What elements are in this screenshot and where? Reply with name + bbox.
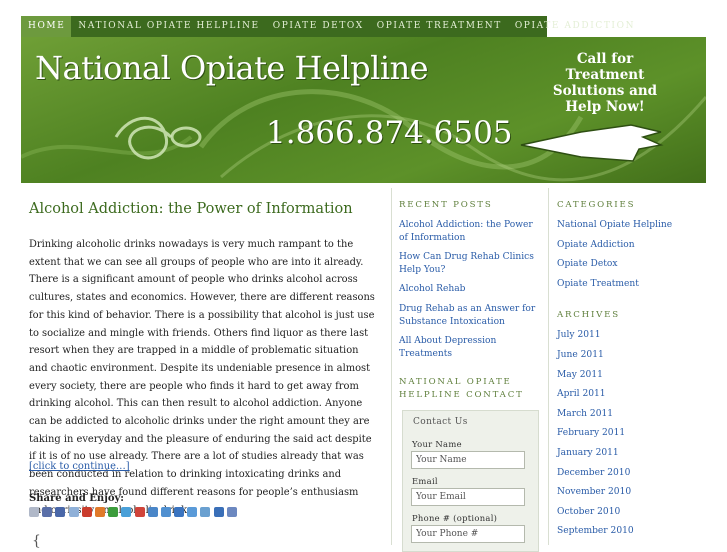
phone-label: Phone # (optional) (412, 513, 498, 523)
social-icon-13[interactable] (187, 507, 198, 517)
archive-link[interactable]: January 2011 (557, 447, 717, 460)
top-nav: Home National Opiate Helpline Opiate Det… (21, 16, 633, 37)
header-banner[interactable]: National Opiate Helpline 1.866.874.6505 … (21, 37, 706, 183)
social-icon-6[interactable] (94, 507, 105, 517)
phone-input[interactable] (411, 525, 525, 543)
social-icon-11[interactable] (160, 507, 171, 517)
social-icon-2[interactable] (42, 507, 53, 517)
social-icon-15[interactable] (213, 507, 224, 517)
categories-heading: Categories (557, 200, 636, 210)
sidebar-middle: Recent Posts Alcohol Addiction: the Powe… (399, 200, 539, 400)
recent-post-link[interactable]: Alcohol Addiction: the Power of Informat… (399, 219, 539, 244)
social-icon-9[interactable] (134, 507, 145, 517)
social-icon-7[interactable] (108, 507, 119, 517)
recent-posts-heading: Recent Posts (399, 200, 493, 210)
email-input[interactable] (411, 488, 525, 506)
recent-post-link[interactable]: How Can Drug Rehab Clinics Help You? (399, 251, 539, 276)
archive-link[interactable]: March 2011 (557, 408, 717, 421)
social-icon-1[interactable] (29, 507, 39, 517)
category-link[interactable]: Opiate Treatment (557, 278, 717, 291)
cta-line: Treatment (565, 67, 645, 83)
category-link[interactable]: National Opiate Helpline (557, 219, 717, 232)
post-title[interactable]: Alcohol Addiction: the Power of Informat… (29, 201, 353, 217)
social-icon-14[interactable] (200, 507, 211, 517)
social-icon-12[interactable] (174, 507, 185, 517)
contact-heading: National Opiate Helpline Contact (399, 377, 524, 400)
archive-link[interactable]: April 2011 (557, 388, 717, 401)
contact-form: Contact Us Your Name Email Phone # (opti… (402, 410, 539, 552)
share-icons (29, 507, 237, 517)
archive-link[interactable]: February 2011 (557, 427, 717, 440)
continue-link[interactable]: [click to continue…] (29, 461, 130, 472)
archive-link[interactable]: July 2011 (557, 329, 717, 342)
social-icon-5[interactable] (81, 507, 92, 517)
archive-link[interactable]: November 2010 (557, 486, 717, 499)
post-body: Drinking alcoholic drinks nowadays is ve… (29, 239, 375, 516)
divider (391, 188, 392, 545)
recent-post-link[interactable]: All About Depression Treatments (399, 335, 539, 360)
social-icon-16[interactable] (226, 507, 237, 517)
contact-legend: Contact Us (413, 417, 468, 427)
social-icon-3[interactable] (55, 507, 66, 517)
divider (548, 188, 549, 545)
nav-item-opiate-addiction[interactable]: Opiate Addiction (508, 16, 641, 37)
archive-link[interactable]: June 2011 (557, 349, 717, 362)
cta-line: Solutions and (552, 83, 658, 99)
nav-item-national-opiate-helpline[interactable]: National Opiate Helpline (71, 16, 265, 37)
social-icon-8[interactable] (121, 507, 132, 517)
archive-link[interactable]: May 2011 (557, 369, 717, 382)
category-link[interactable]: Opiate Detox (557, 258, 717, 271)
archive-link[interactable]: October 2010 (557, 506, 717, 519)
social-icon-4[interactable] (68, 507, 79, 517)
nav-item-opiate-detox[interactable]: Opiate Detox (266, 16, 370, 37)
quote-icon: { (32, 533, 41, 549)
category-link[interactable]: Opiate Addiction (557, 239, 717, 252)
site-title[interactable]: National Opiate Helpline (35, 49, 429, 87)
archive-link[interactable]: December 2010 (557, 467, 717, 480)
cta-line: Help Now! (565, 99, 645, 115)
recent-post-link[interactable]: Alcohol Rehab (399, 283, 539, 296)
archives-heading: Archives (557, 310, 620, 321)
archive-link[interactable]: September 2010 (557, 525, 717, 538)
phone-number: 1.866.874.6505 (266, 115, 513, 151)
nav-item-opiate-treatment[interactable]: Opiate Treatment (370, 16, 508, 37)
cta-line: Call for (576, 51, 634, 67)
share-heading: Share and Enjoy: (29, 493, 124, 504)
email-label: Email (412, 476, 438, 486)
sidebar-right: Categories National Opiate Helpline Opiat… (557, 200, 717, 545)
name-input[interactable] (411, 451, 525, 469)
recent-post-link[interactable]: Drug Rehab as an Answer for Substance In… (399, 303, 539, 328)
nav-item-home[interactable]: Home (21, 16, 72, 37)
name-label: Your Name (412, 439, 462, 449)
social-icon-10[interactable] (147, 507, 158, 517)
call-to-action: Call for Treatment Solutions and Help No… (551, 51, 659, 115)
